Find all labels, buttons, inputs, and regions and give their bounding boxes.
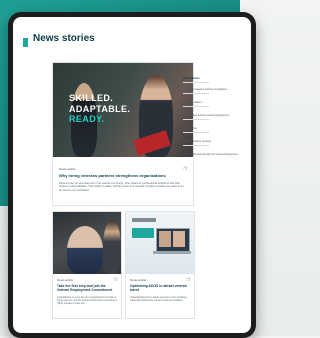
bookmark-icon[interactable]: ❐ [183, 166, 187, 171]
hero-line-3: READY. [69, 114, 105, 124]
story-card-1[interactable]: News article ❐ Take the first step and j… [52, 211, 122, 319]
story-card-1-body: Organisations of every size are recognis… [57, 297, 117, 305]
story-card-2-category: News article [130, 278, 147, 282]
sidebar-divider [183, 82, 209, 83]
story-card-2-title[interactable]: Optimising ADOS to attract veteran talen… [130, 284, 190, 292]
story-card-2[interactable]: News article ❐ Optimising ADOS to attrac… [125, 211, 195, 319]
bookmark-icon[interactable]: ❐ [113, 277, 117, 282]
featured-story-image: SKILLED. ADAPTABLE. READY. [53, 63, 193, 157]
sidebar-item[interactable]: Take the first step and join the Veteran… [183, 153, 240, 156]
man-photo [67, 226, 103, 274]
featured-body: Partners play an essential role in the v… [59, 182, 184, 192]
sidebar-heading: Recent Stories [183, 77, 200, 80]
bookmark-icon[interactable]: ❐ [186, 277, 190, 282]
hero-line-2: ADAPTABLE. [69, 103, 131, 114]
tablet-screen: News stories SKILLED. ADAPTABLE. READY. … [13, 17, 251, 333]
tablet-frame: News stories SKILLED. ADAPTABLE. READY. … [8, 12, 256, 338]
laptop-face-left [159, 231, 171, 247]
featured-title[interactable]: Why hiring veterans partners strengthens… [59, 173, 187, 178]
sidebar-item[interactable]: Case studies [183, 127, 197, 130]
page-title: News stories [33, 33, 95, 44]
sidebar-divider [183, 119, 209, 120]
sidebar-item[interactable]: Practical insights: growing... [183, 140, 213, 143]
story-card-2-image [126, 212, 194, 274]
story-card-1-category: News article [57, 278, 74, 282]
hero-slogan: SKILLED. ADAPTABLE. READY. [69, 93, 130, 125]
webinar-title-block [132, 228, 154, 238]
sidebar-divider [183, 93, 209, 94]
sidebar-item[interactable]: Why hiring veterans partners strengthens… [183, 88, 229, 91]
laptop-base [153, 251, 191, 254]
sidebar-divider [183, 145, 209, 146]
sidebar-item[interactable]: It's a new chapter [183, 101, 202, 104]
woman-photo [103, 220, 121, 274]
featured-story-card[interactable]: SKILLED. ADAPTABLE. READY. News article … [52, 62, 194, 206]
title-accent-bar [23, 38, 28, 47]
story-card-1-title[interactable]: Take the first step and join the Veteran… [57, 284, 117, 292]
sidebar-item[interactable]: Opportunities and the Veteran Employment… [183, 114, 231, 117]
webinar-graphic [126, 212, 194, 274]
logo-strip [132, 218, 156, 222]
laptop-face-right [173, 231, 185, 247]
hero-line-1: SKILLED. [69, 93, 114, 103]
story-card-1-image [53, 212, 121, 274]
sidebar-divider [183, 132, 209, 133]
story-card-2-body: Understanding how to attract veterans to… [130, 297, 188, 302]
featured-category: News article [59, 167, 76, 171]
sidebar-divider [183, 106, 209, 107]
